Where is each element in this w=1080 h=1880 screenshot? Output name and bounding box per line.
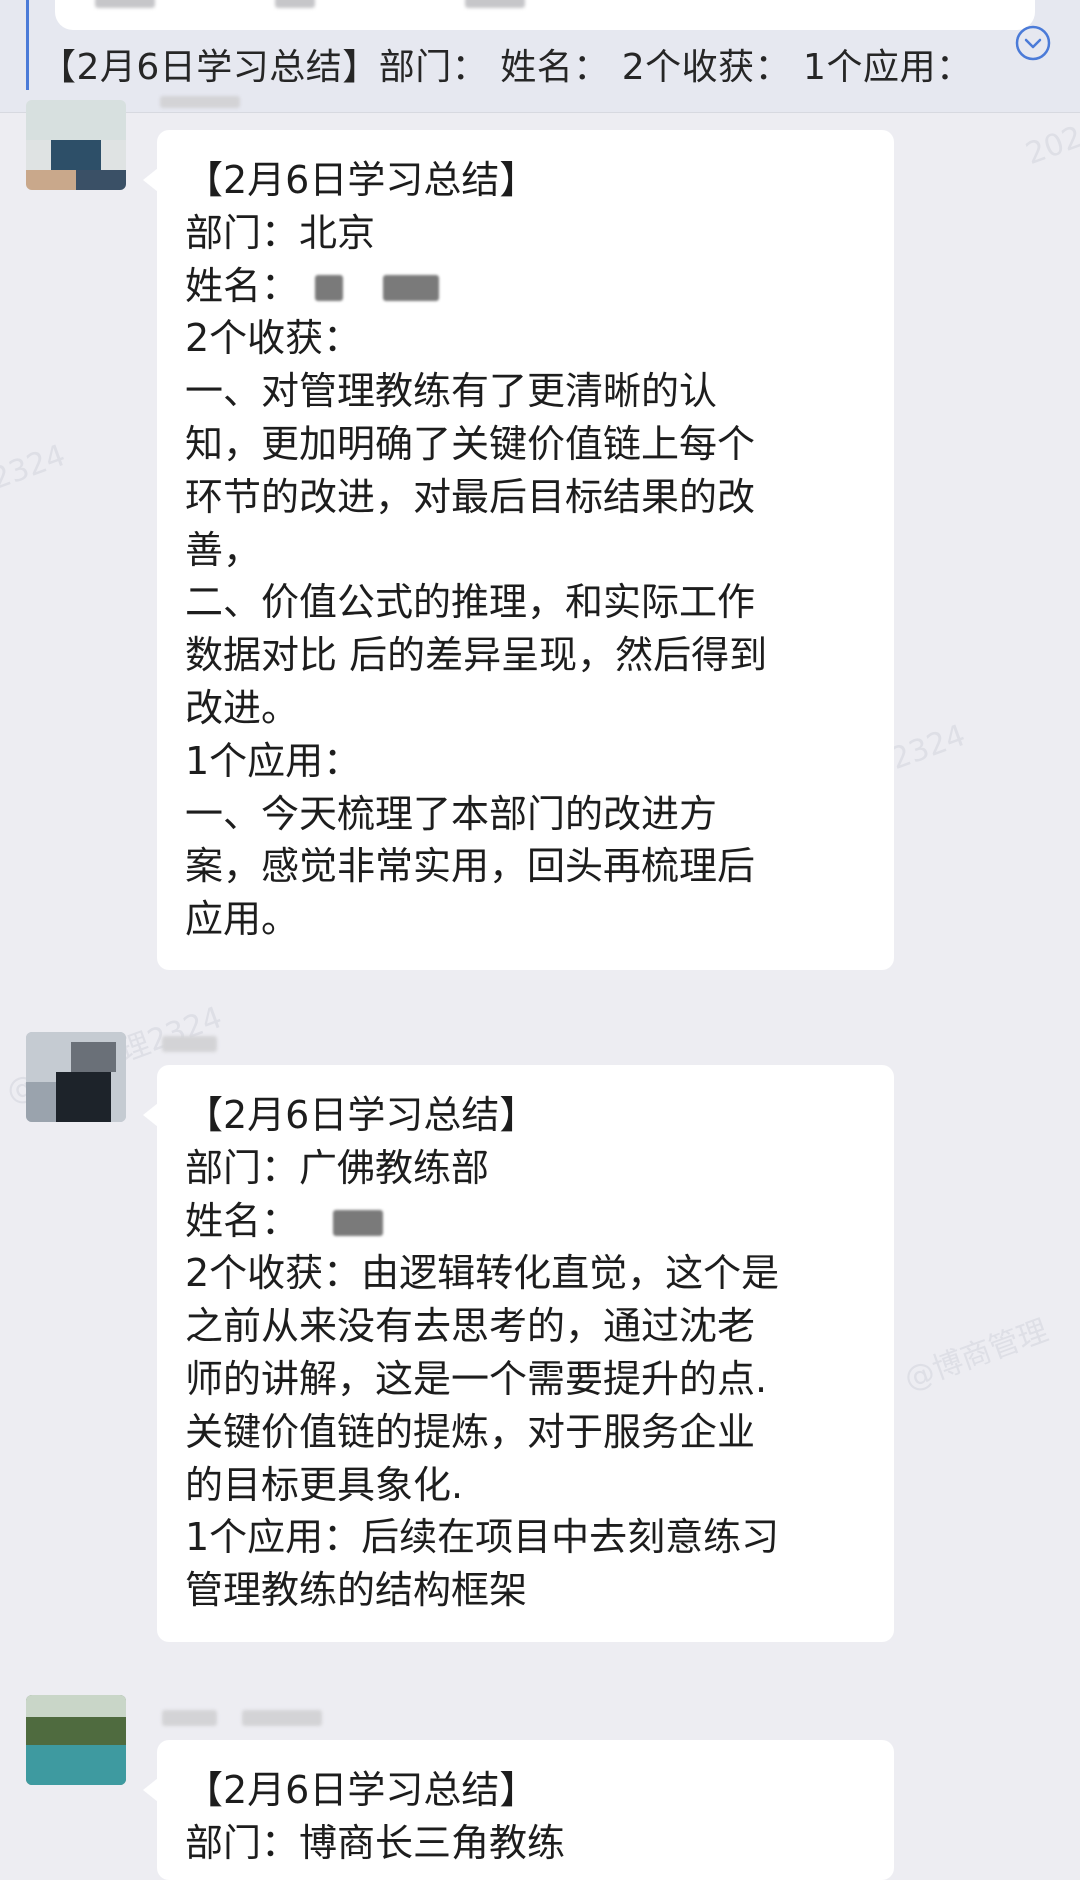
message-line: 【2月6日学习总结】 xyxy=(185,1093,538,1137)
avatar[interactable] xyxy=(26,100,126,190)
message-line: 一、今天梳理了本部门的改进方 xyxy=(185,791,718,836)
name-label: 姓名： xyxy=(185,263,300,308)
message-line: 部门：广佛教练部 xyxy=(185,1145,490,1190)
message-line: 之前从来没有去思考的，通过沈老 xyxy=(185,1304,756,1349)
blurred-text xyxy=(95,0,155,8)
pinned-accent-bar xyxy=(26,0,29,90)
sender-name xyxy=(162,1036,217,1052)
message-line: 应用。 xyxy=(185,897,300,942)
message-line: 姓名： xyxy=(185,1195,885,1248)
message-text: 【2月6日学习总结】 部门：博商长三角教练 xyxy=(185,1764,885,1870)
pinned-message-text[interactable]: 【2月6日学习总结】部门： 姓名： 2个收获： 1个应用： xyxy=(40,38,972,90)
message-line: 案，感觉非常实用，回头再梳理后 xyxy=(185,844,756,889)
redacted-name xyxy=(383,275,440,302)
message-line: 关键价值链的提炼，对于服务企业 xyxy=(185,1409,756,1454)
redacted-name xyxy=(333,1210,384,1237)
blurred-text xyxy=(275,0,315,8)
message-line: 部门：北京 xyxy=(185,210,376,255)
message-line: 的目标更具象化. xyxy=(185,1462,464,1507)
avatar[interactable] xyxy=(26,1032,126,1122)
message-line: 管理教练的结构框架 xyxy=(185,1568,528,1613)
chat-message-bubble[interactable]: 【2月6日学习总结】 部门：博商长三角教练 xyxy=(143,1740,894,1880)
chat-message-bubble[interactable]: 【2月6日学习总结】 部门：北京 姓名： 2个收获： 一、对管理教练有了更清晰的… xyxy=(143,130,894,970)
message-line: 改进。 xyxy=(185,685,300,730)
watermark: 2024 xyxy=(1021,112,1080,173)
message-line: 2个收获： xyxy=(185,316,362,361)
sender-name xyxy=(242,1710,322,1726)
message-line: 【2月6日学习总结】 xyxy=(185,1768,538,1812)
redacted-name xyxy=(315,275,344,302)
message-line: 一、对管理教练有了更清晰的认 xyxy=(185,369,718,414)
blurred-text xyxy=(465,0,525,8)
chat-message-bubble[interactable]: 【2月6日学习总结】 部门：广佛教练部 姓名： 2个收获：由逻辑转化直觉，这个是… xyxy=(143,1065,894,1642)
message-line: 善， xyxy=(185,527,262,572)
sender-name xyxy=(162,1710,217,1726)
chevron-down-circle-icon[interactable] xyxy=(1014,24,1052,62)
message-line: 部门：博商长三角教练 xyxy=(185,1820,566,1865)
message-line: 1个应用：后续在项目中去刻意练习 xyxy=(185,1515,780,1560)
message-text: 【2月6日学习总结】 部门：北京 姓名： 2个收获： 一、对管理教练有了更清晰的… xyxy=(185,154,885,946)
name-label: 姓名： xyxy=(185,1198,300,1243)
message-text: 【2月6日学习总结】 部门：广佛教练部 姓名： 2个收获：由逻辑转化直觉，这个是… xyxy=(185,1089,885,1617)
watermark: 2324 xyxy=(0,437,71,498)
message-line: 知，更加明确了关键价值链上每个 xyxy=(185,421,756,466)
message-line: 1个应用： xyxy=(185,738,362,783)
watermark: @博商管理 xyxy=(899,1313,1053,1398)
sender-name xyxy=(160,96,240,108)
message-line: 环节的改进，对最后目标结果的改 xyxy=(185,474,756,519)
message-line: 姓名： xyxy=(185,260,885,313)
message-line: 【2月6日学习总结】 xyxy=(185,158,538,202)
previous-message-card xyxy=(55,0,1035,30)
message-line: 二、价值公式的推理，和实际工作 xyxy=(185,580,756,625)
message-line: 师的讲解，这是一个需要提升的点. xyxy=(185,1356,768,1401)
avatar[interactable] xyxy=(26,1695,126,1785)
watermark: 2324 xyxy=(886,717,971,778)
message-line: 2个收获：由逻辑转化直觉，这个是 xyxy=(185,1251,780,1296)
message-line: 数据对比 后的差异呈现，然后得到 xyxy=(185,633,768,678)
